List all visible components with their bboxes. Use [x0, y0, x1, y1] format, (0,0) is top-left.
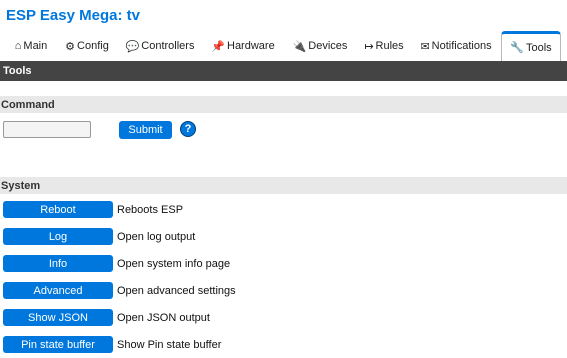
envelope-icon: ✉ — [420, 40, 430, 53]
command-section-header: Command — [0, 96, 567, 113]
arrow-icon: ↦ — [364, 40, 374, 53]
section-title: System — [1, 179, 41, 192]
tab-devices[interactable]: 🔌 Devices — [292, 31, 348, 61]
tab-label: Tools — [526, 41, 552, 54]
wrench-icon: 🔧 — [510, 42, 524, 54]
gear-icon: ⚙ — [65, 40, 76, 53]
advanced-description: Open advanced settings — [117, 284, 236, 297]
reboot-description: Reboots ESP — [117, 203, 184, 216]
app-title: ESP Easy Mega: tv — [6, 7, 140, 24]
main-tabbar: ⌂ Main ⚙ Config 💬 Controllers 📌 Hardware… — [0, 31, 567, 61]
tab-label: Devices — [308, 40, 348, 52]
advanced-button[interactable]: Advanced — [3, 282, 113, 299]
tab-main[interactable]: ⌂ Main — [13, 31, 49, 61]
tab-controllers[interactable]: 💬 Controllers — [125, 31, 195, 61]
tab-notifications[interactable]: ✉ Notifications — [420, 31, 492, 61]
tab-label: Main — [23, 40, 48, 52]
pin-state-buffer-description: Show Pin state buffer — [117, 338, 222, 351]
tab-label: Notifications — [431, 40, 492, 52]
tab-config[interactable]: ⚙ Config — [64, 31, 110, 61]
system-section-header: System — [0, 177, 567, 194]
tab-label: Config — [77, 40, 109, 52]
page-title: Tools — [3, 65, 32, 77]
tab-label: Rules — [375, 40, 404, 52]
pin-state-buffer-button[interactable]: Pin state buffer — [3, 336, 113, 353]
tab-label: Controllers — [141, 40, 195, 52]
reboot-button[interactable]: Reboot — [3, 201, 113, 218]
tab-label: Hardware — [227, 40, 275, 52]
pin-icon: 📌 — [211, 40, 225, 53]
home-icon: ⌂ — [14, 40, 22, 52]
show-json-button[interactable]: Show JSON — [3, 309, 113, 326]
info-button[interactable]: Info — [3, 255, 113, 272]
plug-icon: 🔌 — [292, 40, 307, 53]
tab-rules[interactable]: ↦ Rules — [364, 31, 404, 61]
chat-icon: 💬 — [125, 40, 140, 53]
show-json-description: Open JSON output — [117, 311, 210, 324]
tab-hardware[interactable]: 📌 Hardware — [210, 31, 276, 61]
tab-tools[interactable]: 🔧 Tools — [501, 31, 561, 61]
submit-button[interactable]: Submit — [119, 121, 172, 139]
info-description: Open system info page — [117, 257, 231, 270]
page-title-bar: Tools — [0, 61, 567, 81]
log-description: Open log output — [117, 230, 196, 243]
help-icon[interactable]: ? — [180, 121, 196, 137]
command-input[interactable] — [3, 121, 91, 138]
log-button[interactable]: Log — [3, 228, 113, 245]
section-title: Command — [1, 98, 55, 111]
